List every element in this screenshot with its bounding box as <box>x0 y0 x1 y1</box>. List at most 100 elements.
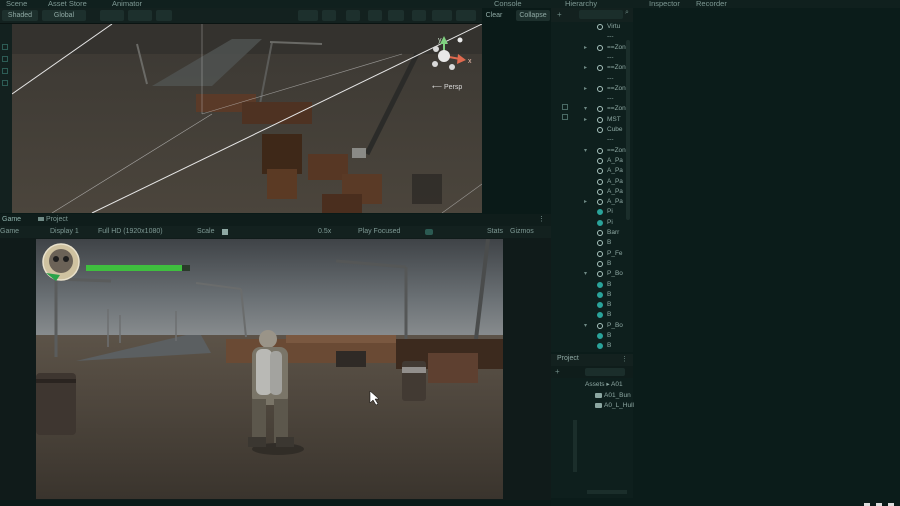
lighting-toggle-button[interactable] <box>346 10 360 21</box>
tab-inspector[interactable]: Inspector <box>645 0 684 8</box>
increment-snap-button[interactable] <box>128 10 152 21</box>
scale-slider-handle[interactable] <box>222 229 228 235</box>
hierarchy-row[interactable]: B <box>551 280 633 290</box>
hierarchy-row[interactable]: Virtu <box>551 22 633 32</box>
tab-console[interactable]: Console <box>490 0 526 8</box>
project-folder-item[interactable]: A01_Bun <box>595 392 631 399</box>
expand-arrow-icon[interactable]: ▸ <box>584 43 587 53</box>
hierarchy-row[interactable]: Pi <box>551 207 633 217</box>
expand-arrow-icon[interactable]: ▸ <box>584 115 587 125</box>
hierarchy-row[interactable]: B <box>551 331 633 341</box>
hierarchy-row[interactable]: A_Pa <box>551 166 633 176</box>
hierarchy-search-input[interactable] <box>579 10 623 19</box>
hierarchy-scrollbar[interactable] <box>626 40 630 220</box>
hierarchy-row[interactable]: P_Fe <box>551 249 633 259</box>
project-search-input[interactable] <box>585 368 625 376</box>
hierarchy-list[interactable]: Virtu --- ▸ ==Zon --- ▸ ==Zon --- ▸ ==Zon --- ▾ ==Zo… <box>551 22 633 352</box>
display-dropdown[interactable]: Display 1 <box>50 226 79 238</box>
play-focused-dropdown[interactable]: Play Focused <box>358 226 400 238</box>
hierarchy-row[interactable]: ▸ A_Pa <box>551 197 633 207</box>
expand-arrow-icon[interactable]: ▾ <box>584 321 587 331</box>
breadcrumb-a01[interactable]: A01 <box>611 381 623 388</box>
snap-settings-button[interactable] <box>156 10 172 21</box>
prefab-icon <box>597 209 603 216</box>
console-clear-button[interactable]: Clear <box>484 10 504 21</box>
grid-snap-button[interactable] <box>100 10 124 21</box>
hierarchy-row[interactable]: B <box>551 259 633 269</box>
game-mode-dropdown[interactable]: Game <box>0 226 19 238</box>
hierarchy-row[interactable]: --- <box>551 135 633 145</box>
hierarchy-row[interactable]: --- <box>551 53 633 63</box>
expand-arrow-icon[interactable]: ▸ <box>584 63 587 73</box>
hierarchy-row[interactable]: B <box>551 290 633 300</box>
project-folder-item[interactable]: A0_L_Hull <box>595 402 634 409</box>
tab-menu-icon[interactable]: ⋮ <box>538 214 545 226</box>
hidden-objects-button[interactable] <box>412 10 426 21</box>
gizmos-dropdown[interactable]: Gizmos <box>510 226 534 238</box>
hierarchy-row[interactable]: A_Pa <box>551 187 633 197</box>
effects-toggle-button[interactable] <box>388 10 404 21</box>
hierarchy-row[interactable]: ▸ ==Zon <box>551 43 633 53</box>
hierarchy-row[interactable]: B <box>551 238 633 248</box>
hierarchy-row-label: MST <box>607 115 621 123</box>
hierarchy-row[interactable]: ▾ P_Bo <box>551 321 633 331</box>
hierarchy-row[interactable]: B <box>551 310 633 320</box>
shaded-dropdown[interactable]: Shaded <box>2 10 38 21</box>
draw-mode-button[interactable] <box>298 10 318 21</box>
console-collapse-button[interactable]: Collapse <box>516 10 550 21</box>
project-add-icon[interactable]: + <box>555 367 560 376</box>
hierarchy-row[interactable]: B <box>551 341 633 351</box>
2d-toggle-button[interactable] <box>322 10 336 21</box>
hierarchy-row[interactable]: B <box>551 300 633 310</box>
hierarchy-row[interactable]: --- <box>551 94 633 104</box>
perspective-label-wrap[interactable]: ⟵ Persp <box>432 83 462 91</box>
camera-settings-button[interactable] <box>432 10 452 21</box>
hierarchy-row[interactable]: ▾ P_Bo <box>551 269 633 279</box>
resolution-dropdown[interactable]: Full HD (1920x1080) <box>98 226 163 238</box>
hierarchy-add-icon[interactable]: + <box>557 10 562 19</box>
hierarchy-search-icon[interactable]: ⌕ <box>625 9 629 17</box>
expand-arrow-icon[interactable]: ▾ <box>584 269 587 279</box>
hierarchy-visibility-icons[interactable] <box>562 104 570 128</box>
rect-tool-icon[interactable] <box>2 80 8 86</box>
scale-tool-icon[interactable] <box>2 68 8 74</box>
hierarchy-row[interactable]: A_Pa <box>551 156 633 166</box>
hierarchy-row[interactable]: --- <box>551 32 633 42</box>
global-dropdown[interactable]: Global <box>42 10 86 21</box>
tab-game[interactable]: Game <box>2 214 21 226</box>
mute-audio-icon[interactable] <box>425 229 433 235</box>
project-zoom-slider[interactable] <box>587 490 627 494</box>
scene-orientation-gizmo-icon[interactable]: y x <box>426 34 476 74</box>
hierarchy-row[interactable]: Pi <box>551 218 633 228</box>
tab-hierarchy[interactable]: Hierarchy <box>561 0 601 8</box>
tab-scene[interactable]: Scene <box>2 0 31 8</box>
game-viewport[interactable] <box>36 239 503 499</box>
expand-arrow-icon[interactable]: ▾ <box>584 146 587 156</box>
breadcrumb-assets[interactable]: Assets <box>585 381 605 388</box>
hierarchy-row[interactable]: Barr <box>551 228 633 238</box>
move-tool-icon[interactable] <box>2 44 8 50</box>
rotate-tool-icon[interactable] <box>2 56 8 62</box>
expand-arrow-icon[interactable]: ▸ <box>584 197 587 207</box>
tab-animator[interactable]: Animator <box>108 0 146 8</box>
expand-arrow-icon[interactable]: ▸ <box>584 84 587 94</box>
prefab-icon <box>597 219 603 226</box>
hierarchy-row[interactable]: --- <box>551 74 633 84</box>
visibility-icon[interactable] <box>562 104 568 110</box>
hierarchy-row[interactable]: A_Pa <box>551 177 633 187</box>
tab-recorder[interactable]: Recorder <box>692 0 731 8</box>
pickable-icon[interactable] <box>562 114 568 120</box>
project-breadcrumb[interactable]: Assets ▸ A01 <box>585 380 623 388</box>
gizmos-toggle-button[interactable] <box>456 10 476 21</box>
stats-button[interactable]: Stats <box>487 226 503 238</box>
hierarchy-row[interactable]: ▸ ==Zon <box>551 63 633 73</box>
hierarchy-row[interactable]: ▸ ==Zon <box>551 84 633 94</box>
expand-arrow-icon[interactable]: ▾ <box>584 104 587 114</box>
scene-viewport[interactable]: y x ⟵ Persp <box>12 24 482 213</box>
project-menu-icon[interactable]: ⋮ <box>621 355 628 363</box>
hierarchy-row[interactable]: ▾ ==Zon <box>551 146 633 156</box>
tab-project[interactable]: Project <box>38 214 68 226</box>
tab-asset-store[interactable]: Asset Store <box>44 0 91 8</box>
audio-toggle-button[interactable] <box>368 10 382 21</box>
project-tree-scrollbar[interactable] <box>573 420 577 472</box>
